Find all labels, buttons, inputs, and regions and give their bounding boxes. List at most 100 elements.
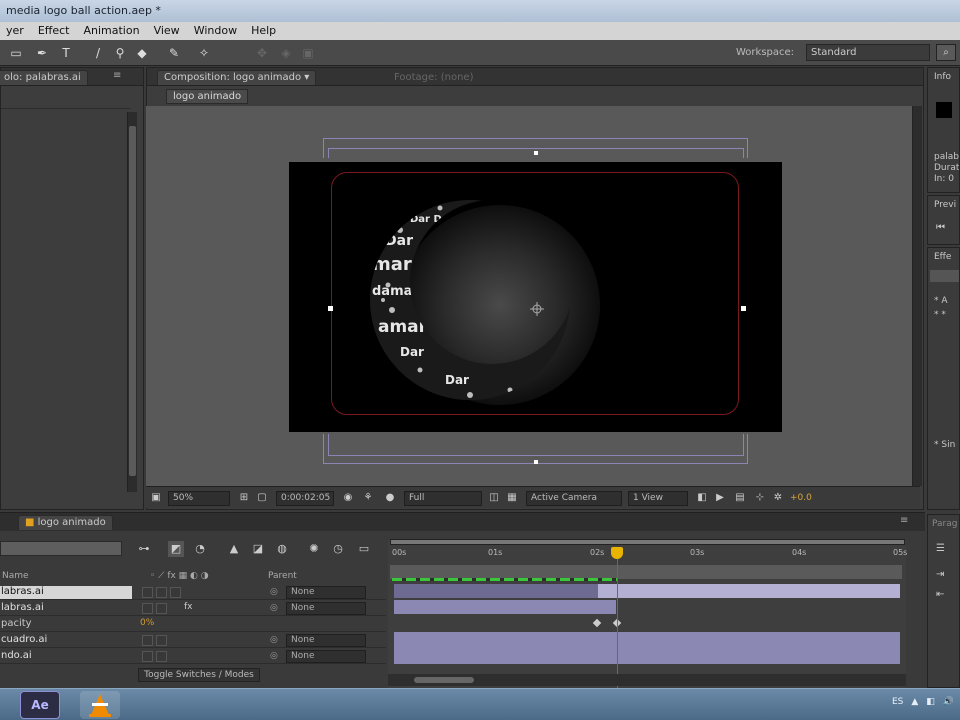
shy-switch[interactable] <box>142 651 153 662</box>
effects-item[interactable]: * * <box>934 310 946 320</box>
after-effects-taskbar-icon[interactable]: Ae <box>20 691 60 719</box>
parent-pickwhip-icon[interactable]: ◎ <box>270 587 278 597</box>
tab-timeline[interactable]: ■ logo animado <box>18 515 113 530</box>
pixel-aspect-icon[interactable]: ◧ <box>696 492 708 504</box>
transform-handle-right[interactable] <box>741 306 746 311</box>
tray-expand-icon[interactable]: ▲ <box>911 697 918 707</box>
tab-preview[interactable]: Previ <box>934 200 956 210</box>
effects-item[interactable]: * Sin <box>934 440 955 450</box>
magnification-select[interactable]: 50% <box>168 491 230 506</box>
live-update-icon[interactable]: ◩ <box>168 541 184 557</box>
shy-switch[interactable] <box>142 603 153 614</box>
always-preview-icon[interactable]: ▣ <box>150 492 162 504</box>
layer-bar[interactable] <box>394 632 900 648</box>
collapse-switch[interactable] <box>156 635 167 646</box>
camera-select[interactable]: Active Camera <box>526 491 622 506</box>
fx-switch-icon[interactable]: fx <box>184 602 193 612</box>
parent-select[interactable]: None <box>286 602 366 615</box>
current-time-indicator-line[interactable] <box>617 555 618 688</box>
view-layout-select[interactable]: 1 View <box>628 491 688 506</box>
draft-3d-icon[interactable]: ◔ <box>192 541 208 557</box>
brainstorm-icon[interactable]: ✺ <box>306 541 322 557</box>
quality-switch[interactable] <box>170 587 181 598</box>
layer-name[interactable]: labras.ai <box>0 586 132 599</box>
shy-switch[interactable] <box>142 587 153 598</box>
timeline-track-area[interactable] <box>388 540 906 688</box>
opacity-value[interactable]: 0% <box>140 618 154 628</box>
property-name[interactable]: pacity <box>0 618 32 631</box>
align-left-icon[interactable]: ☰ <box>936 543 945 554</box>
layer-name[interactable]: labras.ai <box>0 602 44 615</box>
column-parent-header[interactable]: Parent <box>268 571 297 585</box>
hide-shy-icon[interactable]: ▲ <box>226 541 242 557</box>
transparency-grid-icon[interactable]: ▦ <box>506 492 518 504</box>
language-indicator[interactable]: ES <box>892 697 903 707</box>
parent-pickwhip-icon[interactable]: ◎ <box>270 603 278 613</box>
comp-mini-flowchart-icon[interactable]: ⊶ <box>136 541 152 557</box>
time-navigator[interactable] <box>390 565 902 579</box>
toggle-switches-modes-button[interactable]: Toggle Switches / Modes <box>138 668 260 682</box>
timeline-menu-icon[interactable]: ≡ <box>900 515 908 526</box>
first-frame-icon[interactable]: ⏮ <box>936 222 945 233</box>
parent-select[interactable]: None <box>286 586 366 599</box>
transform-handle-top[interactable] <box>534 151 538 155</box>
layer-row[interactable]: labras.ai ◎ None <box>0 585 386 600</box>
channel-icon[interactable]: ● <box>384 492 396 504</box>
current-time-field[interactable]: 0:00:02:05 <box>276 491 334 506</box>
auto-keyframe-icon[interactable]: ◷ <box>330 541 346 557</box>
mask-visibility-icon[interactable]: ▢ <box>256 492 268 504</box>
exposure-reset-icon[interactable]: ✲ <box>772 492 784 504</box>
indent-icon[interactable]: ⇥ <box>936 569 944 580</box>
collapse-switch[interactable] <box>156 603 167 614</box>
collapse-switch[interactable] <box>156 587 167 598</box>
transform-handle-left[interactable] <box>328 306 333 311</box>
work-area-bar[interactable] <box>390 539 905 545</box>
tab-info[interactable]: Info <box>934 72 951 82</box>
layer-bar[interactable] <box>394 584 598 598</box>
layer-name[interactable]: ndo.ai <box>0 650 32 663</box>
layer-row[interactable]: labras.ai fx ◎ None <box>0 601 386 616</box>
shy-switch[interactable] <box>142 635 153 646</box>
info-line: In: 0 <box>934 174 954 184</box>
region-of-interest-icon[interactable]: ◫ <box>488 492 500 504</box>
logo-word-7: Dar <box>445 373 469 387</box>
transform-handle-bottom[interactable] <box>534 460 538 464</box>
frame-blending-icon[interactable]: ◪ <box>250 541 266 557</box>
graph-editor-icon[interactable]: ▭ <box>356 541 372 557</box>
collapse-switch[interactable] <box>156 651 167 662</box>
show-snapshot-icon[interactable]: ⚘ <box>362 492 374 504</box>
tab-effects[interactable]: Effe <box>934 252 951 262</box>
snapshot-icon[interactable]: ◉ <box>342 492 354 504</box>
tab-paragraph[interactable]: Parag <box>932 519 957 529</box>
resolution-select[interactable]: Full <box>404 491 482 506</box>
flowchart-icon[interactable]: ⊹ <box>754 492 766 504</box>
safe-zones-icon[interactable]: ⊞ <box>238 492 250 504</box>
indent-right-icon[interactable]: ⇤ <box>936 589 944 600</box>
parent-pickwhip-icon[interactable]: ◎ <box>270 651 278 661</box>
fast-preview-icon[interactable]: ▶ <box>714 492 726 504</box>
layer-name[interactable]: cuadro.ai <box>0 634 47 647</box>
property-row[interactable]: pacity 0% <box>0 617 386 632</box>
vlc-taskbar-icon[interactable] <box>80 691 120 719</box>
exposure-value[interactable]: +0.0 <box>790 493 812 503</box>
effects-item[interactable]: * A <box>934 296 948 306</box>
layer-bar[interactable] <box>598 584 900 598</box>
zoom-slider[interactable] <box>414 677 474 683</box>
current-time-indicator-icon[interactable] <box>611 547 623 559</box>
timeline-hscroll[interactable] <box>388 674 906 686</box>
layer-search-input[interactable] <box>0 541 122 556</box>
layer-bar[interactable] <box>394 648 900 664</box>
parent-select[interactable]: None <box>286 634 366 647</box>
layer-bar[interactable] <box>394 600 616 614</box>
parent-pickwhip-icon[interactable]: ◎ <box>270 635 278 645</box>
motion-blur-icon[interactable]: ◍ <box>274 541 290 557</box>
effects-search-input[interactable] <box>930 270 959 282</box>
column-name-header[interactable]: Name <box>2 571 29 585</box>
layer-row[interactable]: ndo.ai ◎ None <box>0 649 386 664</box>
network-icon[interactable]: ◧ <box>926 697 935 707</box>
layer-row[interactable]: cuadro.ai ◎ None <box>0 633 386 648</box>
timeline-icon[interactable]: ▤ <box>734 492 746 504</box>
viewer-scrollbar[interactable] <box>912 106 922 486</box>
volume-icon[interactable]: 🔊 <box>943 697 954 707</box>
parent-select[interactable]: None <box>286 650 366 663</box>
